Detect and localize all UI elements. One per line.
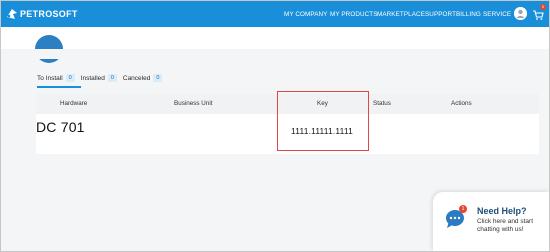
column-header-status[interactable]: Status [373,94,391,114]
chat-badge: 1 [459,205,467,213]
column-header-hardware[interactable]: Hardware [60,94,87,114]
nav-item-label: SERVICE [483,10,512,18]
active-tab-indicator [37,86,81,88]
cell-hardware: DC 701 [36,119,85,135]
tab-count: 0 [153,74,163,82]
nav-item-label: SUPPORT [425,10,457,18]
logo[interactable]: PETROSOFT [5,4,78,24]
nav-marketplace[interactable]: MARKETPLACE [377,1,425,27]
tab-to-install[interactable]: To Install 0 [37,74,75,82]
nav-support[interactable]: SUPPORT [425,1,456,27]
nav-billing[interactable]: BILLING [456,1,481,27]
nav-my-company[interactable]: MY COMPANY [284,1,327,27]
band-mask [1,49,549,59]
cart-badge: 0 [540,4,546,10]
help-chat-widget[interactable]: 1 Need Help? Click here and start chatti… [433,192,549,251]
nav-my-products[interactable]: MY PRODUCTS [330,1,378,27]
column-header-business-unit[interactable]: Business Unit [174,94,213,114]
nav-item-label: BILLING [456,10,481,18]
tab-label: To Install [37,74,63,82]
app-window: PETROSOFT MY COMPANY MY PRODUCTS MARKETP… [0,0,550,252]
tab-canceled[interactable]: Canceled 0 [122,74,163,82]
tab-installed[interactable]: Installed 0 [81,74,117,82]
tab-label: Installed [80,74,105,82]
petrosoft-logo-icon [5,7,19,21]
help-text: Click here and start chatting with us! [477,218,533,233]
logo-text: PETROSOFT [20,9,78,19]
nav-item-label: MY PRODUCTS [330,10,378,18]
user-avatar-icon[interactable] [514,7,527,20]
nav-service[interactable]: SERVICE [483,1,511,27]
top-navigation-bar: PETROSOFT MY COMPANY MY PRODUCTS MARKETP… [1,1,549,27]
nav-item-label: MARKETPLACE [377,10,425,18]
help-title: Need Help? [477,206,527,216]
key-highlight-box [277,91,369,151]
header-band [1,27,549,63]
tab-label: Canceled [122,74,151,82]
column-header-actions[interactable]: Actions [451,94,472,114]
nav-item-label: MY COMPANY [284,10,328,18]
tab-count: 0 [107,74,117,82]
install-tabs: To Install 0 Installed 0 Canceled 0 [37,72,168,84]
tab-count: 0 [65,74,75,82]
